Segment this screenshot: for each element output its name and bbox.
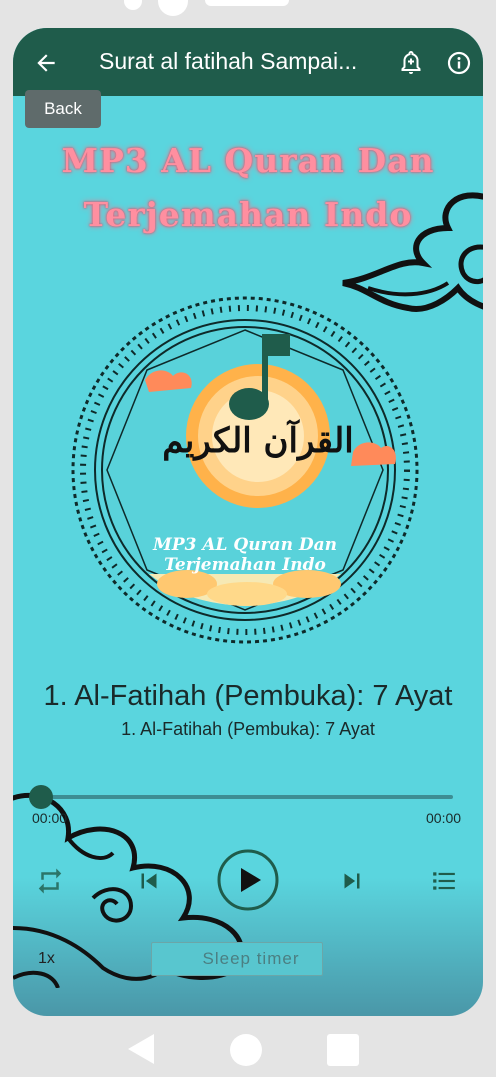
track-subtitle: 1. Al-Fatihah (Pembuka): 7 Ayat — [121, 719, 375, 739]
seek-thumb[interactable] — [29, 785, 53, 809]
seek-bar[interactable] — [41, 795, 453, 799]
skip-next-icon[interactable] — [337, 866, 367, 896]
sleep-timer-label: Sleep timer — [202, 949, 300, 968]
back-arrow-icon[interactable] — [33, 50, 59, 76]
info-icon[interactable] — [447, 51, 471, 75]
camera-lens-icon — [158, 0, 188, 16]
speaker-slot — [205, 0, 289, 6]
calligraphy-text: القرآن الكريم — [162, 419, 353, 461]
app-bar: Surat al fatihah Sampai... — [13, 28, 483, 96]
sleep-timer-button[interactable]: Sleep timer — [151, 942, 323, 976]
track-title: 1. Al-Fatihah (Pembuka): 7 Ayat — [43, 680, 453, 712]
play-button[interactable] — [216, 848, 280, 912]
status-bar — [0, 0, 496, 20]
album-art-line2: Terjemahan Indo — [164, 555, 326, 575]
add-alarm-bell-icon[interactable] — [399, 50, 423, 76]
repeat-icon[interactable] — [35, 866, 65, 896]
duration-time: 00:00 — [426, 810, 462, 826]
app-screen: Surat al fatihah Sampai... Back MP3 AL Q… — [13, 28, 483, 1016]
playlist-icon[interactable] — [431, 868, 457, 894]
page-title: Surat al fatihah Sampai... — [99, 48, 358, 74]
moon-icon — [178, 951, 186, 967]
album-art-line1: MP3 AL Quran Dan — [152, 535, 337, 555]
album-art: القرآن الكريم MP3 AL Quran Dan Terjemaha… — [71, 296, 419, 644]
camera-dot-icon — [124, 0, 142, 10]
skip-previous-icon[interactable] — [134, 866, 164, 896]
nav-back-icon[interactable] — [126, 1032, 156, 1066]
nav-home-icon[interactable] — [230, 1034, 262, 1066]
current-time: 00:00 — [32, 810, 68, 826]
back-tooltip: Back — [25, 90, 101, 128]
playback-speed[interactable]: 1x — [38, 950, 55, 968]
promo-title-line1: MP3 AL Quran Dan — [61, 141, 435, 180]
nav-recents-icon[interactable] — [327, 1034, 359, 1066]
